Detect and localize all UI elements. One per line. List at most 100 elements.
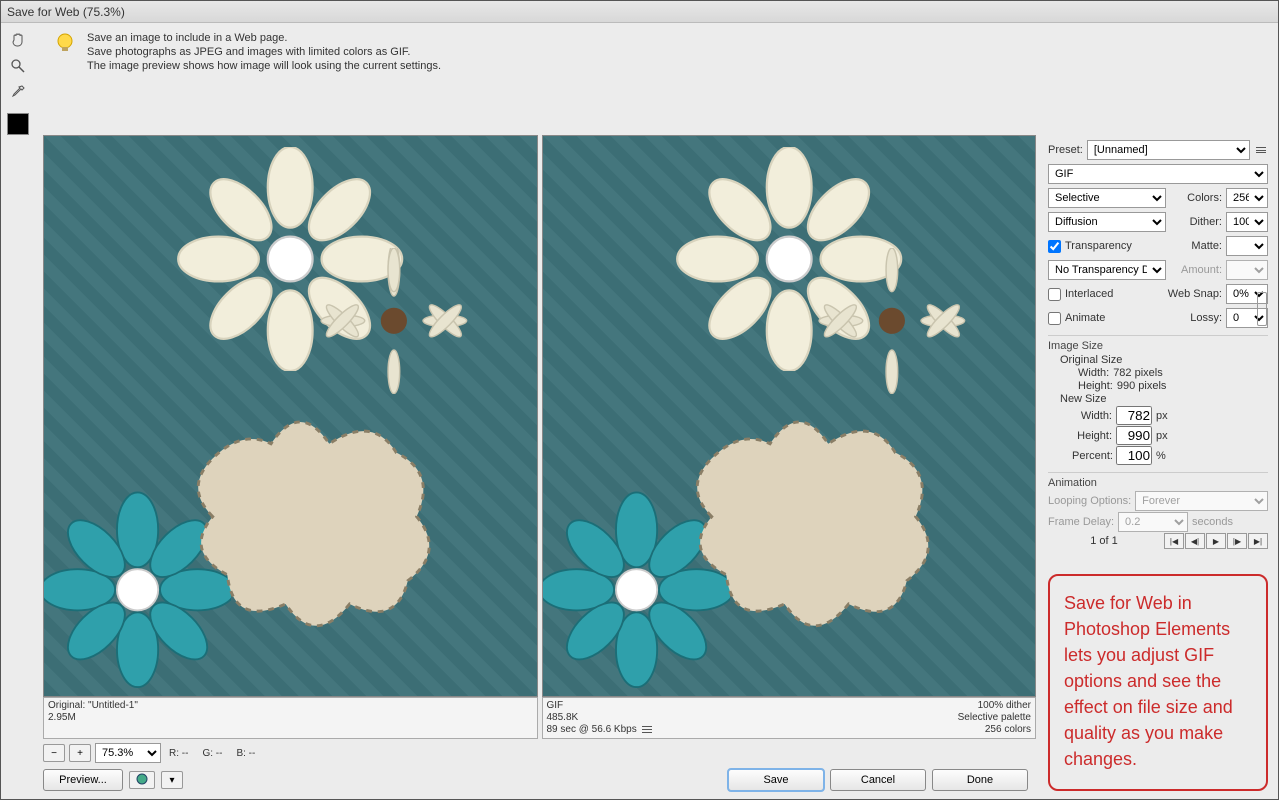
opt-palette: Selective palette	[958, 712, 1031, 724]
zoom-out-button[interactable]: −	[43, 744, 65, 762]
content: Save an image to include in a Web page. …	[1, 23, 1278, 799]
top-row: Save an image to include in a Web page. …	[1, 23, 1278, 135]
optimized-info: GIF 485.8K 89 sec @ 56.6 Kbps 100% dithe…	[542, 697, 1037, 739]
hint-line1: Save an image to include in a Web page.	[87, 31, 441, 45]
orig-size-title: Original Size	[1048, 354, 1268, 366]
image-size-section: Image Size Original Size Width: 782 pixe…	[1048, 335, 1268, 466]
dither-select[interactable]: 100%	[1226, 212, 1268, 232]
format-select[interactable]: GIF	[1048, 164, 1268, 184]
percent-input[interactable]	[1116, 446, 1152, 465]
cancel-button[interactable]: Cancel	[830, 769, 926, 791]
delay-select: 0.2	[1118, 512, 1188, 532]
loop-label: Looping Options:	[1048, 495, 1131, 507]
transparency-checkbox[interactable]: Transparency	[1048, 240, 1132, 253]
orig-w-label: Width:	[1078, 367, 1109, 379]
last-frame-button[interactable]: ▶|	[1248, 533, 1268, 549]
save-for-web-window: Save for Web (75.3%) Save an image to	[0, 0, 1279, 800]
first-frame-button[interactable]: |◀	[1164, 533, 1184, 549]
loop-select: Forever	[1135, 491, 1268, 511]
delay-unit: seconds	[1192, 516, 1233, 528]
optimized-pane[interactable]	[542, 135, 1037, 697]
eyedropper-tool[interactable]	[7, 81, 29, 103]
b-value: B: --	[236, 748, 255, 759]
save-button[interactable]: Save	[728, 769, 824, 791]
dither-label: Dither:	[1190, 216, 1222, 228]
frame-counter: 1 of 1	[1048, 535, 1160, 547]
lossy-label: Lossy:	[1190, 312, 1222, 324]
bottom-bar: Preview... ▾ Save Cancel Done	[43, 765, 1036, 795]
new-w-label: Width:	[1072, 410, 1112, 422]
pct-sym: %	[1156, 450, 1166, 462]
toolstrip	[1, 23, 41, 135]
constrain-link-icon[interactable]	[1257, 292, 1267, 326]
hint-line3: The image preview shows how image will l…	[87, 59, 441, 73]
preset-label: Preset:	[1048, 144, 1083, 156]
done-button[interactable]: Done	[932, 769, 1028, 791]
new-width-input[interactable]	[1116, 406, 1152, 425]
interlaced-checkbox[interactable]: Interlaced	[1048, 288, 1113, 301]
opt-colors: 256 colors	[958, 724, 1031, 736]
trans-dither-select[interactable]: No Transparency Dither	[1048, 260, 1166, 280]
play-button[interactable]: ▶	[1206, 533, 1226, 549]
hint-text: Save an image to include in a Web page. …	[87, 31, 441, 73]
hand-tool[interactable]	[7, 29, 29, 51]
animate-checkbox[interactable]: Animate	[1048, 312, 1105, 325]
animation-section: Animation Looping Options: Forever Frame…	[1048, 472, 1268, 550]
pct-label: Percent:	[1072, 450, 1112, 462]
browser-preview-button[interactable]	[129, 771, 155, 789]
hint-box: Save an image to include in a Web page. …	[41, 23, 1278, 135]
g-value: G: --	[202, 748, 222, 759]
orig-h-label: Height:	[1078, 380, 1113, 392]
colors-label: Colors:	[1187, 192, 1222, 204]
hint-line2: Save photographs as JPEG and images with…	[87, 45, 441, 59]
zoom-in-button[interactable]: +	[69, 744, 91, 762]
foreground-color-swatch[interactable]	[7, 113, 29, 135]
px-label2: px	[1156, 430, 1168, 442]
opt-time: 89 sec @ 56.6 Kbps	[547, 724, 637, 735]
original-size: 2.95M	[48, 712, 533, 724]
new-height-input[interactable]	[1116, 426, 1152, 445]
next-frame-button[interactable]: |▶	[1227, 533, 1247, 549]
image-size-title: Image Size	[1048, 340, 1268, 352]
browser-preview-menu[interactable]: ▾	[161, 771, 183, 789]
preview-panes	[43, 135, 1036, 697]
image-content	[661, 371, 966, 662]
prev-frame-button[interactable]: ◀|	[1185, 533, 1205, 549]
orig-h: 990 pixels	[1117, 380, 1167, 392]
image-content	[162, 371, 467, 662]
delay-label: Frame Delay:	[1048, 516, 1114, 528]
info-strip: Original: "Untitled-1" 2.95M GIF 485.8K …	[43, 697, 1036, 739]
original-title: Original: "Untitled-1"	[48, 700, 533, 712]
websnap-label: Web Snap:	[1168, 288, 1222, 300]
original-pane[interactable]	[43, 135, 538, 697]
r-value: R: --	[169, 748, 188, 759]
preview-column: Original: "Untitled-1" 2.95M GIF 485.8K …	[43, 135, 1036, 795]
lightbulb-icon	[53, 31, 77, 55]
time-menu-icon[interactable]	[640, 724, 654, 734]
animation-title: Animation	[1048, 477, 1268, 489]
colors-select[interactable]: 256	[1226, 188, 1268, 208]
annotation-box: Save for Web in Photoshop Elements lets …	[1048, 574, 1268, 791]
main-area: Original: "Untitled-1" 2.95M GIF 485.8K …	[1, 135, 1278, 799]
preset-select[interactable]: [Unnamed]	[1087, 140, 1250, 160]
orig-w: 782 pixels	[1113, 367, 1163, 379]
opt-dither: 100% dither	[958, 700, 1031, 712]
rgb-readout: R: -- G: -- B: --	[169, 748, 255, 759]
sidepanel: Preset: [Unnamed] GIF Selective Colors: …	[1042, 135, 1274, 795]
amount-label: Amount:	[1181, 264, 1222, 276]
matte-select[interactable]	[1226, 236, 1268, 256]
new-h-label: Height:	[1072, 430, 1112, 442]
matte-label: Matte:	[1191, 240, 1222, 252]
zoom-select[interactable]: 75.3%	[95, 743, 161, 763]
window-title: Save for Web (75.3%)	[7, 5, 125, 19]
reduction-select[interactable]: Selective	[1048, 188, 1166, 208]
preset-menu-icon[interactable]	[1254, 145, 1268, 155]
amount-select	[1226, 260, 1268, 280]
zoom-tool[interactable]	[7, 55, 29, 77]
new-size-title: New Size	[1048, 393, 1268, 405]
dither-method-select[interactable]: Diffusion	[1048, 212, 1166, 232]
px-label: px	[1156, 410, 1168, 422]
zoom-row: − + 75.3% R: -- G: -- B: --	[43, 743, 1036, 763]
preview-button[interactable]: Preview...	[43, 769, 123, 791]
original-info: Original: "Untitled-1" 2.95M	[43, 697, 538, 739]
